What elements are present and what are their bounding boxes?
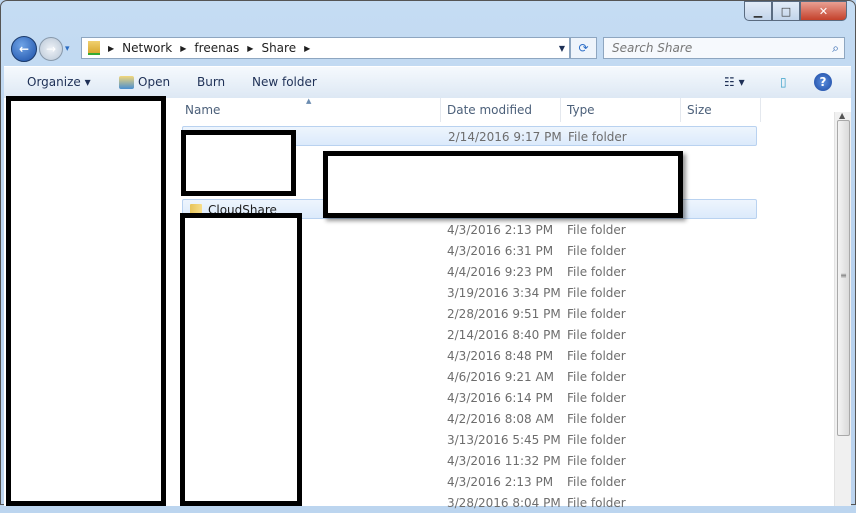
scrollbar-thumb[interactable]: ≡ [837, 120, 850, 436]
organize-button[interactable]: Organize ▾ [27, 75, 91, 89]
date-modified: 4/4/2016 9:23 PM [447, 265, 554, 279]
file-type: File folder [567, 412, 626, 426]
breadcrumb-network[interactable]: Network [122, 41, 172, 55]
date-modified: 3/28/2016 8:04 PM [447, 496, 561, 510]
date-modified: 3/19/2016 3:34 PM [447, 286, 561, 300]
file-type: File folder [567, 454, 626, 468]
chevron-right-icon[interactable]: ▶ [108, 44, 114, 53]
column-size[interactable]: Size [681, 98, 761, 122]
maximize-button[interactable]: □ [772, 1, 800, 21]
file-type: File folder [567, 475, 626, 489]
network-folder-icon [88, 41, 100, 55]
date-modified: 2/14/2016 9:17 PM [448, 130, 562, 144]
address-bar[interactable]: ▶ Network ▶ freenas ▶ Share ▶ ▼ [81, 37, 570, 59]
breadcrumb-share[interactable]: Share [261, 41, 296, 55]
file-type: File folder [567, 391, 626, 405]
breadcrumb-freenas[interactable]: freenas [194, 41, 239, 55]
file-type: File folder [567, 370, 626, 384]
scroll-up-arrow[interactable]: ▲ [839, 111, 845, 120]
file-type: File folder [567, 244, 626, 258]
redaction-box [180, 213, 302, 506]
column-date-modified[interactable]: Date modified [441, 98, 561, 122]
search-input[interactable]: Search Share ⌕ [603, 37, 845, 59]
refresh-button[interactable]: ⟳ [570, 37, 597, 59]
vertical-scrollbar[interactable]: ▲ ≡ [834, 111, 851, 506]
file-type: File folder [567, 349, 626, 363]
date-modified: 4/6/2016 9:21 AM [447, 370, 555, 384]
window-controls: ▁ □ ✕ [744, 1, 847, 21]
file-type: File folder [568, 130, 627, 144]
file-type: File folder [567, 328, 626, 342]
help-button[interactable]: ? [814, 73, 832, 91]
date-modified: 4/3/2016 2:13 PM [447, 475, 554, 489]
file-type: File folder [567, 496, 626, 510]
date-modified: 2/14/2016 8:40 PM [447, 328, 561, 342]
chevron-right-icon[interactable]: ▶ [304, 44, 310, 53]
file-type: File folder [567, 307, 626, 321]
date-modified: 4/2/2016 8:08 AM [447, 412, 555, 426]
date-modified: 4/3/2016 2:13 PM [447, 223, 554, 237]
command-bar: Organize ▾ Open Burn New folder ☷ ▾ ▯ ? [4, 66, 851, 98]
search-placeholder: Search Share [612, 41, 693, 55]
preview-pane-button[interactable]: ▯ [780, 75, 787, 89]
file-type: File folder [567, 265, 626, 279]
file-type: File folder [567, 433, 626, 447]
open-button[interactable]: Open [138, 75, 170, 89]
date-modified: 4/3/2016 6:14 PM [447, 391, 554, 405]
column-type[interactable]: Type [561, 98, 681, 122]
date-modified: 4/3/2016 11:32 PM [447, 454, 561, 468]
address-history-dropdown[interactable]: ▼ [559, 44, 565, 53]
back-button[interactable]: ← [11, 36, 37, 62]
column-name[interactable]: Name [179, 98, 441, 122]
change-view-button[interactable]: ☷ ▾ [724, 75, 745, 89]
new-folder-button[interactable]: New folder [252, 75, 317, 89]
forward-button[interactable]: → [39, 37, 63, 61]
nav-buttons: ← → ▾ [11, 36, 70, 62]
redaction-box [323, 151, 683, 218]
chevron-right-icon[interactable]: ▶ [180, 44, 186, 53]
redaction-box [181, 130, 296, 196]
minimize-button[interactable]: ▁ [744, 1, 772, 21]
burn-button[interactable]: Burn [197, 75, 225, 89]
column-headers: Name Date modified Type Size [179, 98, 831, 122]
date-modified: 2/28/2016 9:51 PM [447, 307, 561, 321]
redaction-box [6, 96, 166, 506]
search-icon[interactable]: ⌕ [832, 41, 839, 56]
date-modified: 4/3/2016 8:48 PM [447, 349, 554, 363]
file-type: File folder [567, 286, 626, 300]
chevron-right-icon[interactable]: ▶ [247, 44, 253, 53]
close-button[interactable]: ✕ [800, 1, 847, 21]
date-modified: 3/13/2016 5:45 PM [447, 433, 561, 447]
open-folder-icon [119, 76, 134, 89]
recent-pages-dropdown[interactable]: ▾ [65, 44, 70, 54]
date-modified: 4/3/2016 6:31 PM [447, 244, 554, 258]
file-type: File folder [567, 223, 626, 237]
explorer-window: ▁ □ ✕ ← → ▾ ▶ Network ▶ freenas ▶ Share … [0, 0, 856, 510]
